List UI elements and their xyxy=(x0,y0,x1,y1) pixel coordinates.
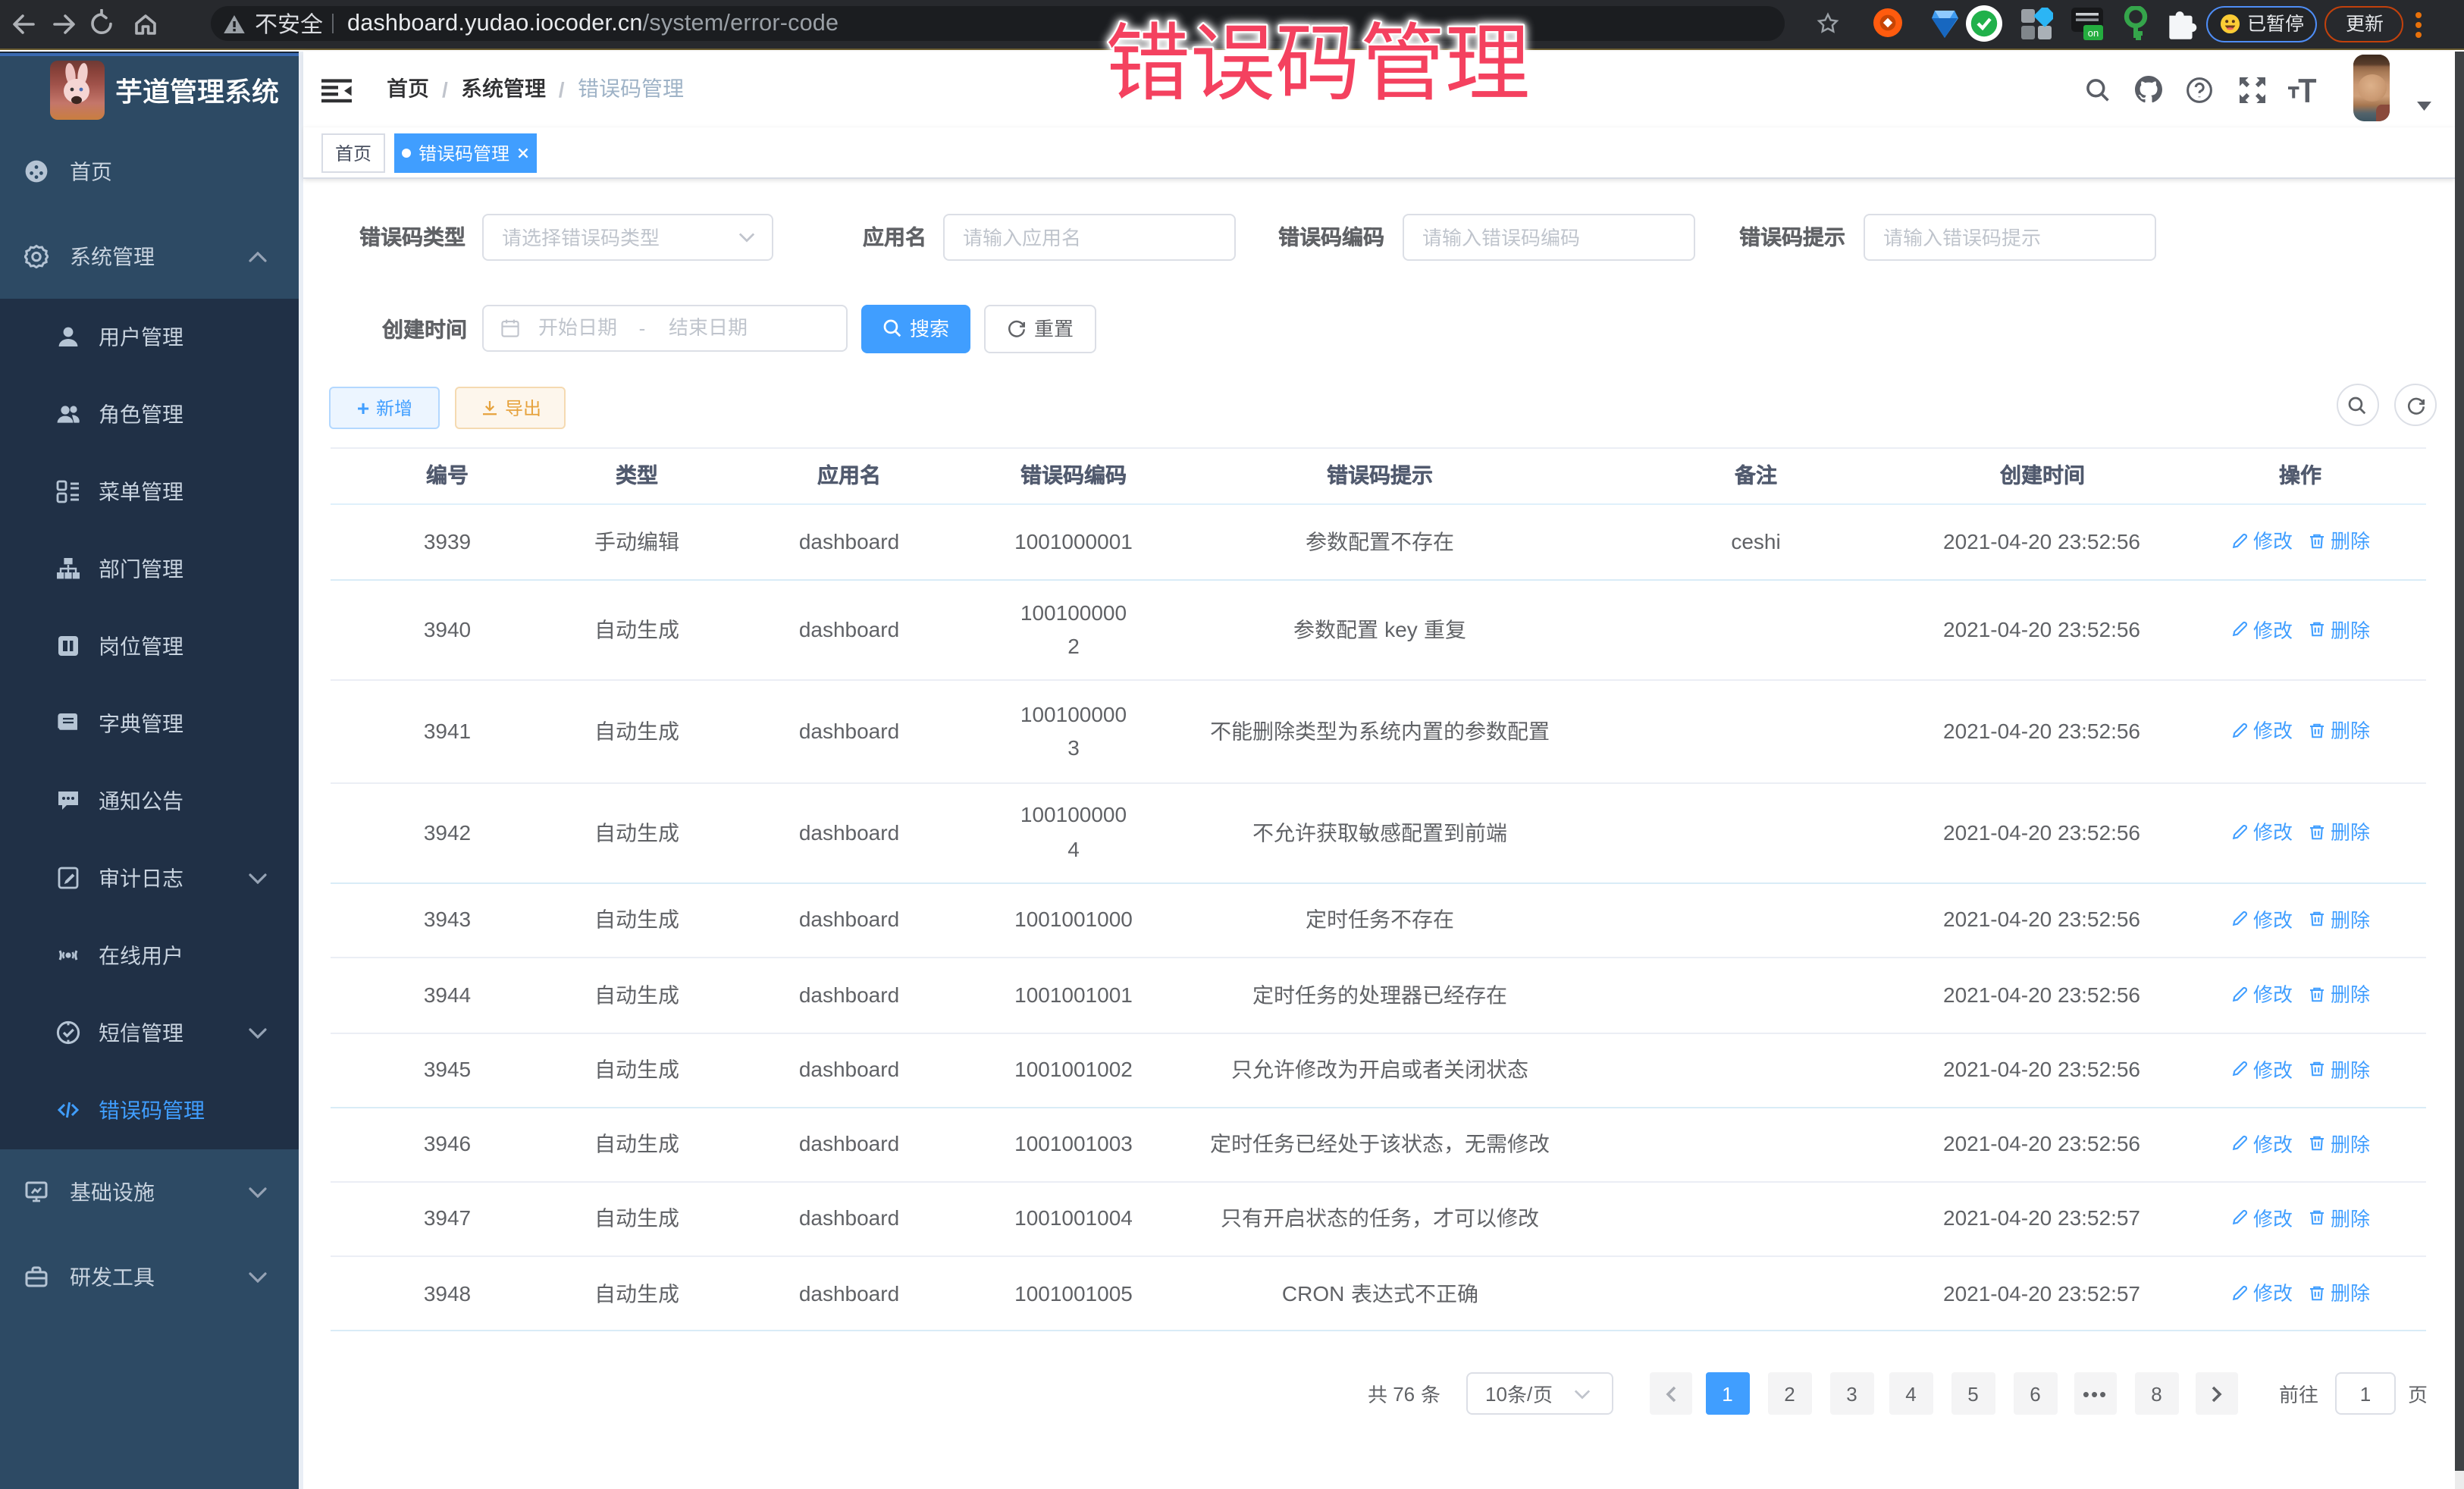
svg-text:on: on xyxy=(2087,27,2098,39)
